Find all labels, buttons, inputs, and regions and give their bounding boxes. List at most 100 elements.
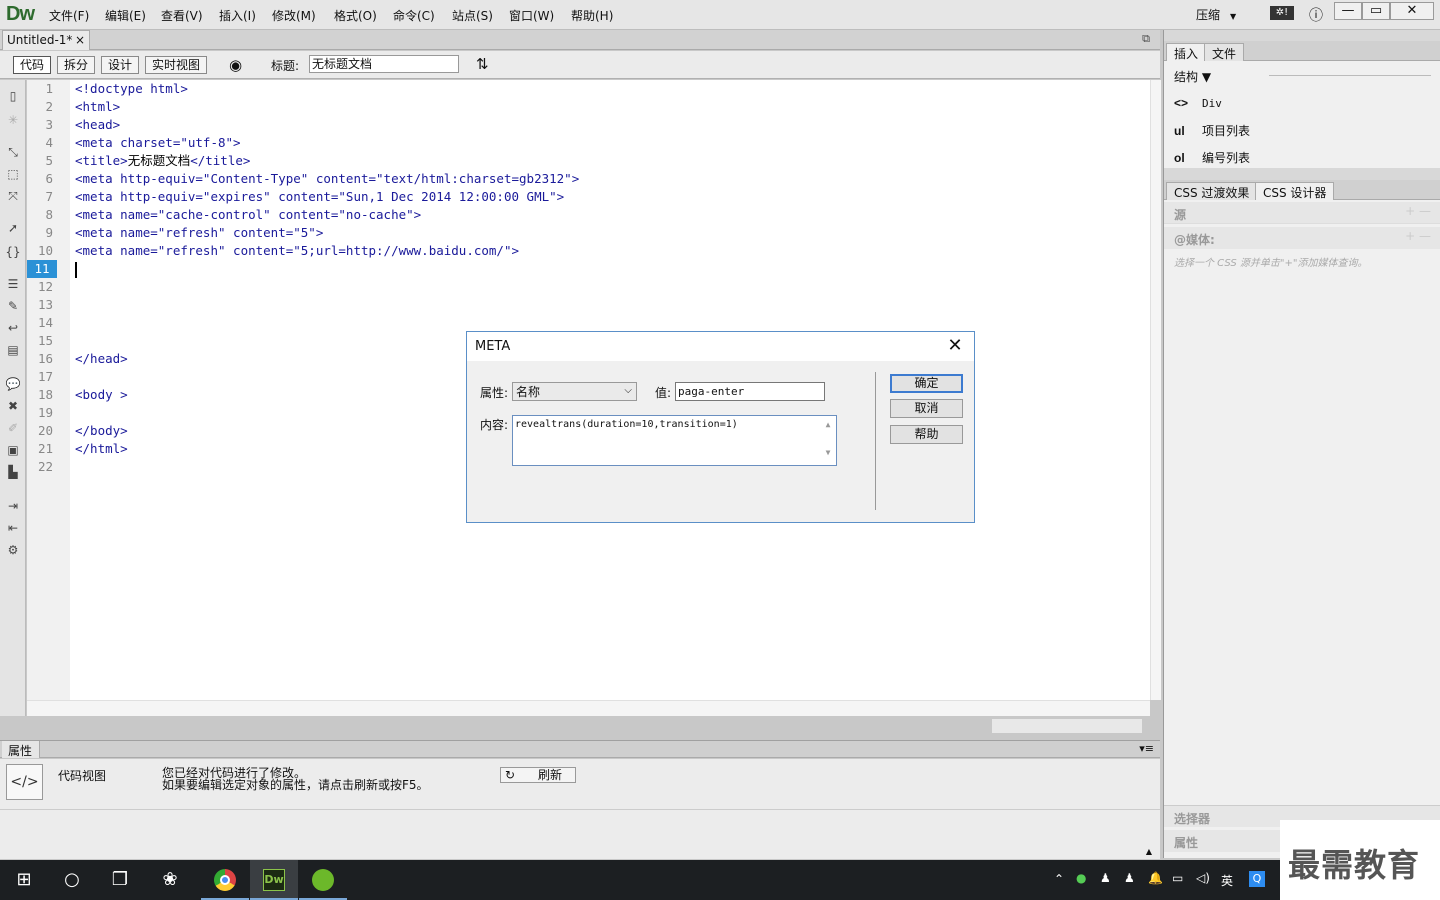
collapse-full-tag-icon[interactable]: ⤡ — [4, 144, 22, 160]
volume-icon[interactable]: ◁) — [1196, 871, 1210, 885]
indent-code-icon[interactable]: ⇥ — [4, 498, 22, 514]
design-view-button[interactable]: 设计 — [101, 56, 140, 74]
title-open-tag: <title> — [75, 153, 128, 168]
start-button[interactable]: ⊞ — [0, 860, 48, 900]
textarea-scrollbar[interactable]: ▲ ▼ — [822, 418, 834, 463]
wechat-icon[interactable]: ● — [1076, 871, 1086, 885]
app-green-icon[interactable] — [299, 860, 347, 900]
select-parent-tag-icon[interactable]: ➚ — [4, 220, 22, 236]
collapse-selection-icon[interactable]: ⬚ — [4, 166, 22, 182]
content-text: revealtrans(duration=10,transition=1) — [515, 419, 738, 430]
move-css-icon[interactable]: ▙ — [4, 464, 22, 480]
outdent-code-icon[interactable]: ⇤ — [4, 520, 22, 536]
expand-panel-icon[interactable]: ▲ — [1146, 847, 1152, 856]
maximize-button[interactable]: ▭ — [1362, 2, 1390, 20]
menu-format[interactable]: 格式(O) — [334, 7, 377, 24]
horizontal-scrollbar[interactable] — [27, 700, 1150, 733]
live-view-button[interactable]: 实时视图 — [145, 56, 208, 74]
line-numbers-icon[interactable]: ☰ — [4, 276, 22, 292]
dialog-close-button[interactable]: ✕ — [942, 334, 968, 358]
highlight-invalid-code-icon[interactable]: ✎ — [4, 298, 22, 314]
menu-modify[interactable]: 修改(M) — [272, 7, 316, 24]
word-wrap-icon[interactable]: ↩ — [4, 320, 22, 336]
add-remove-icon[interactable]: + — — [1405, 229, 1431, 243]
qq-icon[interactable]: ♟ — [1100, 871, 1111, 885]
document-tab[interactable]: Untitled-1* × — [2, 30, 90, 50]
info-icon[interactable]: ⓘ — [1309, 5, 1323, 25]
tab-css-designer[interactable]: CSS 设计器 — [1255, 182, 1335, 200]
tab-files[interactable]: 文件 — [1204, 43, 1245, 61]
divider — [1269, 75, 1431, 76]
divider — [875, 372, 876, 510]
value-input[interactable]: paga-enter — [675, 382, 825, 401]
menu-window[interactable]: 窗口(W) — [509, 7, 554, 24]
split-view-button[interactable]: 拆分 — [57, 56, 96, 74]
menu-insert[interactable]: 插入(I) — [219, 7, 256, 24]
input-language[interactable]: 英 — [1221, 872, 1233, 889]
insert-category[interactable]: 结构 ▼ — [1174, 68, 1211, 85]
insert-ul-item[interactable]: ul 项目列表 — [1174, 122, 1250, 139]
notification-icon[interactable]: 🔔 — [1148, 871, 1163, 885]
ok-button[interactable]: 确定 — [890, 374, 963, 393]
restore-down-icon[interactable]: ⧉ — [1142, 32, 1150, 46]
expand-all-icon[interactable]: ⤧ — [4, 188, 22, 204]
help-button[interactable]: 帮助 — [890, 425, 963, 444]
show-code-navigator-icon[interactable]: ✳ — [4, 112, 22, 128]
content-textarea[interactable]: revealtrans(duration=10,transition=1) ▲ ▼ — [512, 415, 837, 466]
panel-menu-icon[interactable]: ▾≡ — [1139, 742, 1154, 755]
menu-commands[interactable]: 命令(C) — [393, 7, 435, 24]
tab-insert[interactable]: 插入 — [1166, 43, 1207, 61]
tray-chevron-icon[interactable]: ⌃ — [1054, 872, 1064, 886]
format-source-icon[interactable]: ⚙ — [4, 542, 22, 558]
attribute-select[interactable]: 名称 ⌵ — [512, 382, 637, 401]
tab-css-transitions[interactable]: CSS 过渡效果 — [1166, 182, 1258, 200]
recent-snippets-icon[interactable]: ▣ — [4, 442, 22, 458]
code-line: <meta http-equiv="Content-Type" content=… — [75, 171, 580, 186]
file-transfer-icon[interactable]: ⇅ — [476, 55, 489, 73]
workspace-switcher[interactable]: 压缩 ▼ — [1196, 6, 1236, 23]
menu-site[interactable]: 站点(S) — [452, 7, 493, 24]
close-tab-icon[interactable]: × — [75, 33, 85, 47]
menu-view[interactable]: 查看(V) — [161, 7, 203, 24]
title-label: 标题: — [271, 59, 300, 73]
network-icon[interactable]: ▭ — [1172, 871, 1183, 885]
cancel-button[interactable]: 取消 — [890, 399, 963, 418]
panel-collapse-bar[interactable] — [1164, 30, 1440, 41]
balance-braces-icon[interactable]: {} — [4, 244, 22, 260]
line-number: 10 — [37, 243, 53, 258]
code-line: </html> — [75, 441, 128, 456]
sync-settings-icon[interactable]: ✲! — [1270, 6, 1294, 20]
properties-header: 属性 ▾≡ — [0, 740, 1160, 758]
syntax-coloring-icon[interactable]: ▤ — [4, 342, 22, 358]
close-window-button[interactable]: ✕ — [1390, 2, 1434, 20]
ordered-list-icon: ol — [1174, 151, 1185, 165]
app-icon[interactable]: ❀ — [146, 860, 194, 900]
qq-icon[interactable]: ♟ — [1124, 871, 1135, 885]
insert-ol-item[interactable]: ol 编号列表 — [1174, 149, 1250, 166]
menu-edit[interactable]: 编辑(E) — [105, 7, 146, 24]
wrap-tag-icon[interactable]: ✐ — [4, 420, 22, 436]
ime-icon[interactable]: Q — [1249, 871, 1265, 887]
preview-globe-icon[interactable]: ◉ — [229, 56, 242, 74]
chrome-icon[interactable] — [201, 860, 249, 900]
scrollbar-thumb[interactable] — [992, 719, 1142, 733]
task-view-icon[interactable]: ❐ — [96, 860, 144, 900]
panel-collapse-bar[interactable] — [1164, 168, 1440, 180]
menu-help[interactable]: 帮助(H) — [571, 7, 613, 24]
windows-taskbar: ⊞ ○ ❐ ❀ Dw ⌃ ● ♟ ♟ 🔔 ▭ ◁) 英 Q — [0, 860, 1280, 900]
insert-div-item[interactable]: <> Div — [1174, 96, 1222, 110]
menu-file[interactable]: 文件(F) — [49, 7, 89, 24]
apply-comment-icon[interactable]: 💬 — [4, 376, 22, 392]
minimize-button[interactable]: — — [1334, 2, 1362, 20]
modified-message: 您已经对代码进行了修改。 如果要编辑选定对象的属性，请点击刷新或按F5。 — [162, 767, 429, 791]
search-icon[interactable]: ○ — [48, 860, 96, 900]
open-documents-icon[interactable]: ▯ — [4, 88, 22, 104]
add-remove-icon[interactable]: + — — [1405, 204, 1431, 218]
properties-tab[interactable]: 属性 — [2, 741, 40, 758]
vertical-scrollbar[interactable] — [1150, 80, 1161, 700]
dreamweaver-taskbar-icon[interactable]: Dw — [250, 860, 298, 900]
code-view-button[interactable]: 代码 — [13, 56, 52, 74]
remove-comment-icon[interactable]: ✖ — [4, 398, 22, 414]
refresh-button[interactable]: ↻ 刷新 — [500, 767, 576, 783]
title-input[interactable]: 无标题文档 — [309, 55, 459, 73]
